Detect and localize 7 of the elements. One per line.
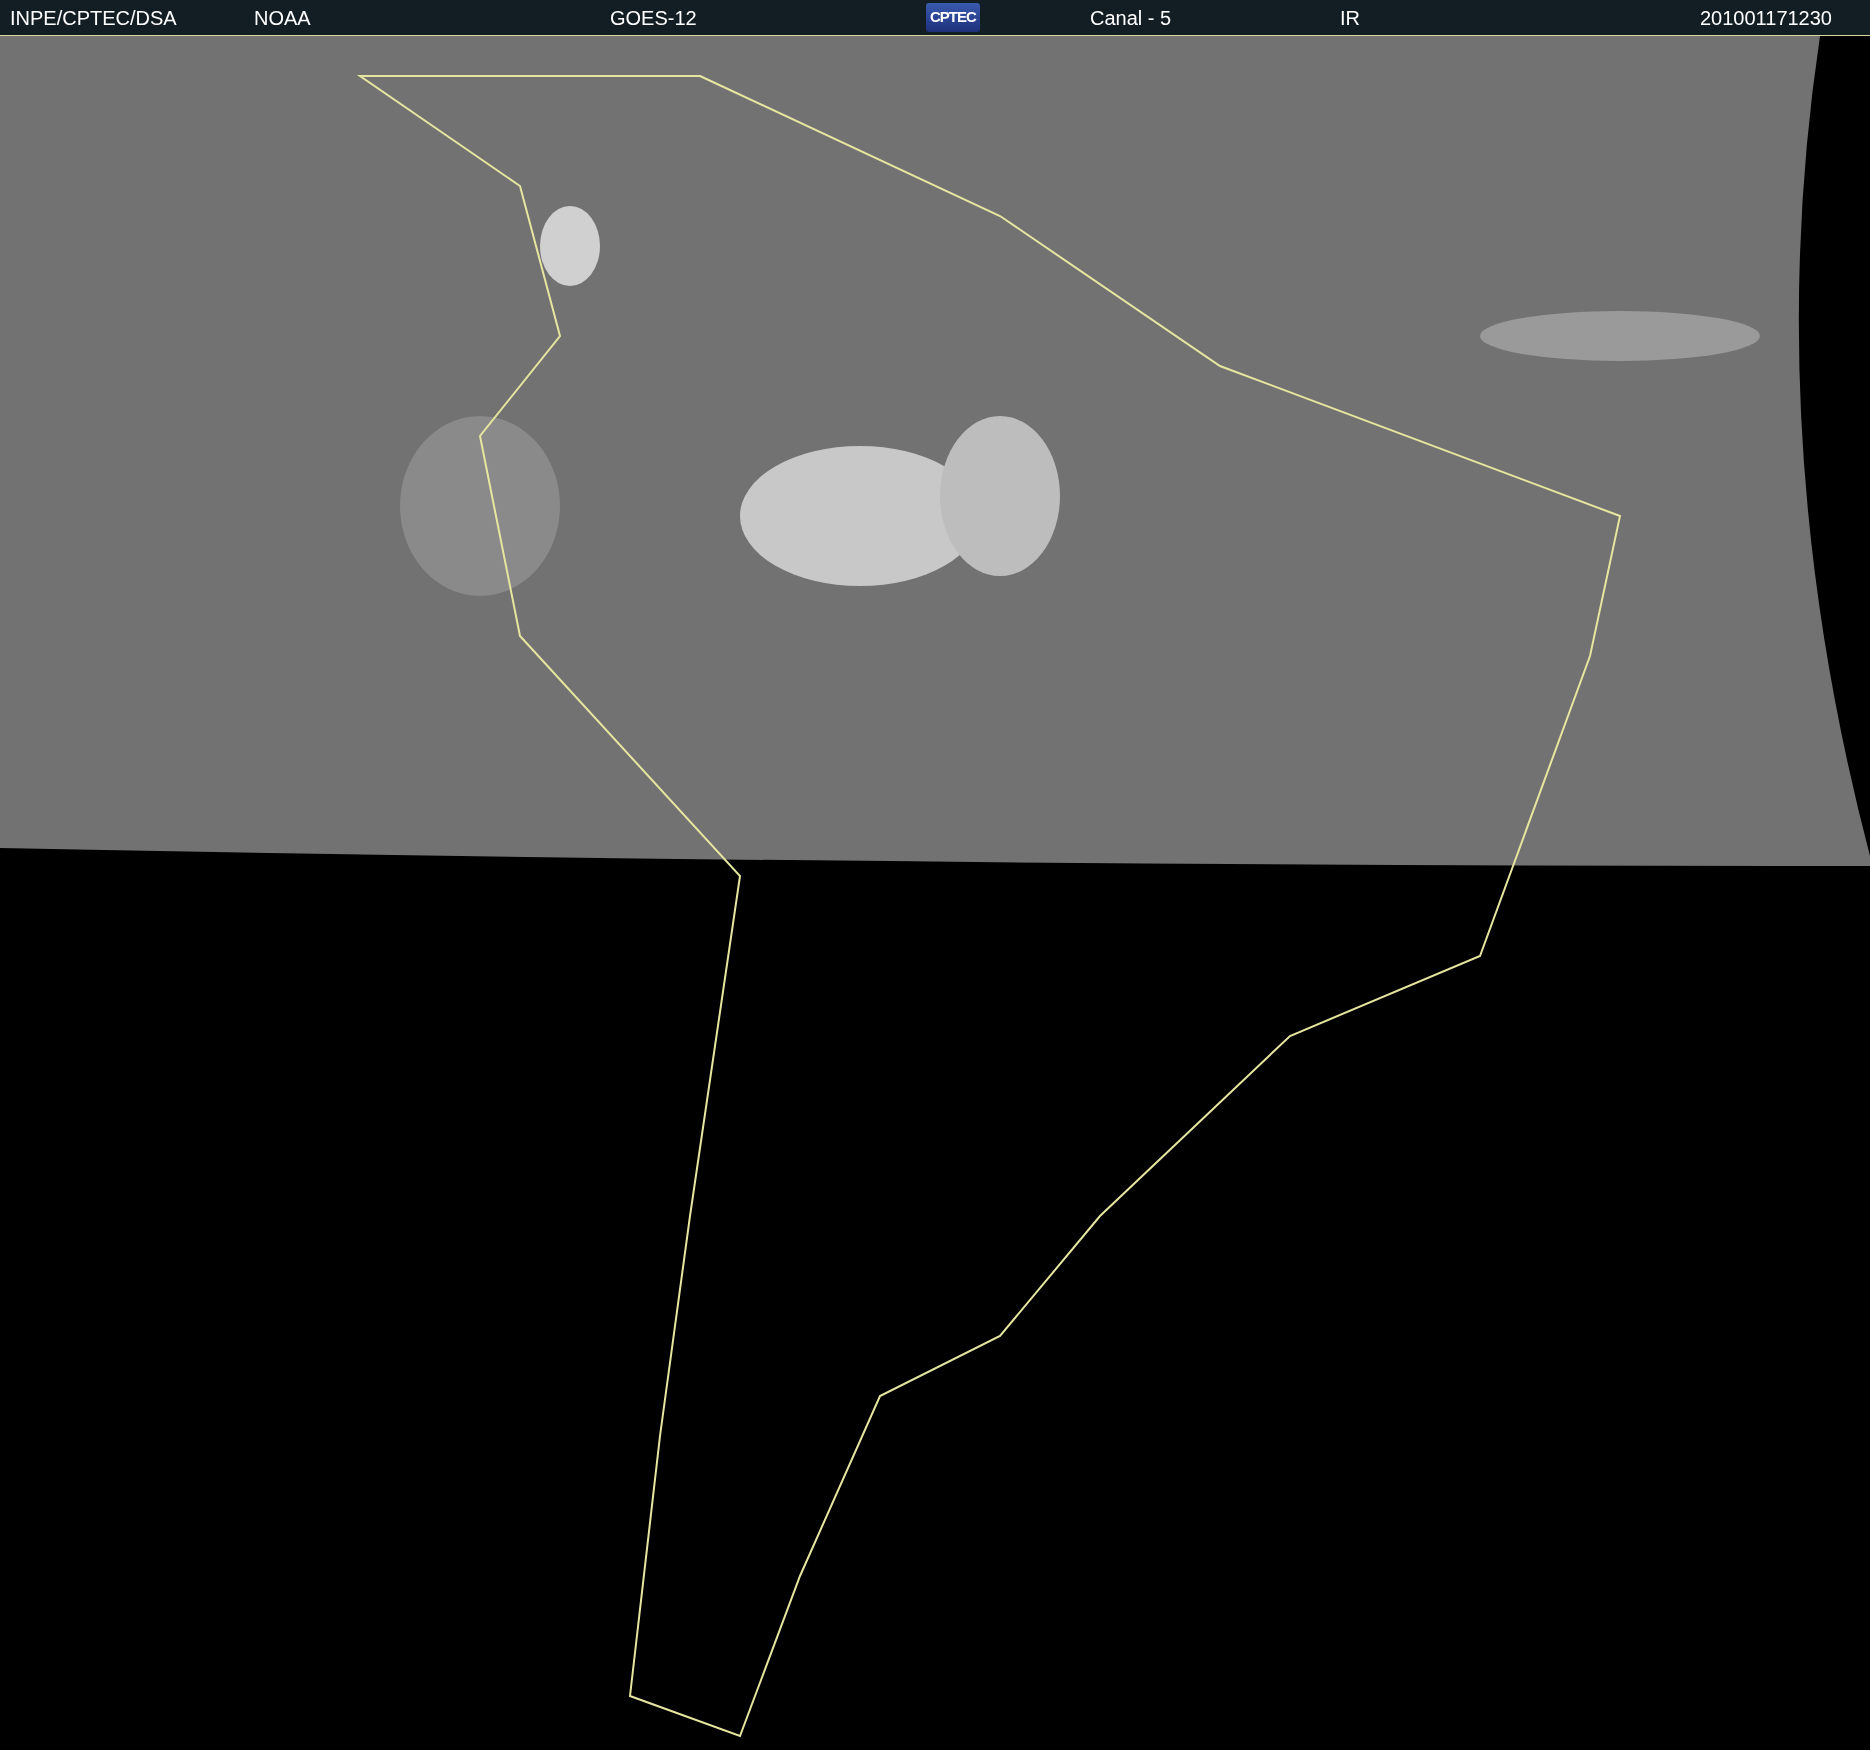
header-label: Canal - 5 <box>1090 5 1173 31</box>
header-label: INPE/CPTEC/DSA <box>10 5 178 31</box>
header-label: GOES-12 <box>610 5 698 31</box>
logo: CPTEC <box>926 3 980 32</box>
header-label: IR <box>1340 5 1361 31</box>
header-label: NOAA <box>254 5 312 31</box>
header-label: 201001171230 <box>1700 5 1833 31</box>
